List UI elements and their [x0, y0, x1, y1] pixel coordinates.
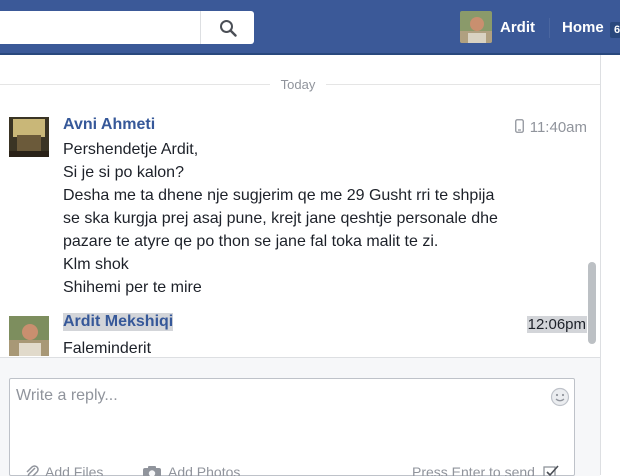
conversation-scrollbar[interactable] [588, 262, 596, 344]
separator-line-left [0, 84, 270, 85]
message-item: Ardit Mekshiqi 12:06pm Faleminderit [0, 312, 600, 357]
message-line: Si je si po kalon? [63, 161, 498, 184]
add-photos-label: Add Photos [168, 464, 240, 476]
search-icon [219, 19, 237, 37]
add-files-label: Add Files [45, 464, 103, 476]
press-enter-label: Press Enter to send [412, 464, 535, 476]
notification-badge: 6 [610, 22, 620, 38]
emoji-button[interactable] [550, 387, 570, 407]
message-line: pazare te atyre qe po thon se jane fal t… [63, 230, 498, 253]
checkbox-icon [543, 465, 559, 476]
message-time-text: 11:40am [530, 119, 587, 136]
paperclip-icon [25, 464, 39, 476]
message-author[interactable]: Avni Ahmeti [63, 116, 155, 134]
avatar[interactable] [9, 117, 49, 157]
reply-toolbar: Add Files Add Photos Press Enter to send [0, 458, 600, 476]
message-item: Avni Ahmeti 11:40am Pershendetje Ardit, … [0, 115, 600, 300]
message-author[interactable]: Ardit Mekshiqi [63, 313, 173, 331]
home-link[interactable]: Home [562, 19, 604, 36]
camera-icon [142, 465, 162, 476]
right-panel-edge [600, 55, 620, 475]
search-button[interactable] [200, 11, 254, 44]
mobile-phone-icon [515, 119, 524, 133]
message-line: Faleminderit [63, 337, 151, 357]
search-input[interactable] [0, 11, 200, 44]
profile-name: Ardit [500, 19, 535, 36]
message-time: 12:06pm [527, 316, 587, 333]
avatar[interactable] [9, 316, 49, 356]
smiley-icon [550, 387, 570, 407]
message-body: Faleminderit [63, 337, 151, 357]
separator-line-right [326, 84, 600, 85]
message-body: Pershendetje Ardit, Si je si po kalon? D… [63, 138, 498, 299]
message-line: Pershendetje Ardit, [63, 138, 498, 161]
search-box [0, 11, 254, 44]
message-time: 11:40am [515, 119, 587, 136]
profile-link[interactable]: Ardit [460, 11, 535, 43]
nav-divider [549, 18, 550, 38]
add-photos-button[interactable]: Add Photos [142, 464, 240, 476]
message-line: Klm shok [63, 253, 498, 276]
avatar [460, 11, 492, 43]
reply-area: Add Files Add Photos Press Enter to send [0, 357, 600, 476]
day-separator: Today [0, 77, 600, 91]
message-line: se ska kurgja prej asaj pune, krejt jane… [63, 207, 498, 230]
reply-input[interactable] [10, 379, 530, 459]
add-files-button[interactable]: Add Files [25, 464, 103, 476]
conversation-thread: Today Avni Ahmeti 11:40am Pershendetje A… [0, 55, 600, 357]
press-enter-toggle[interactable]: Press Enter to send [412, 464, 559, 476]
message-line: Desha me ta dhene nje sugjerim qe me 29 … [63, 184, 498, 207]
top-navigation-bar: Ardit Home 6 [0, 0, 620, 55]
day-label: Today [270, 77, 326, 92]
message-line: Shihemi per te mire [63, 276, 498, 299]
